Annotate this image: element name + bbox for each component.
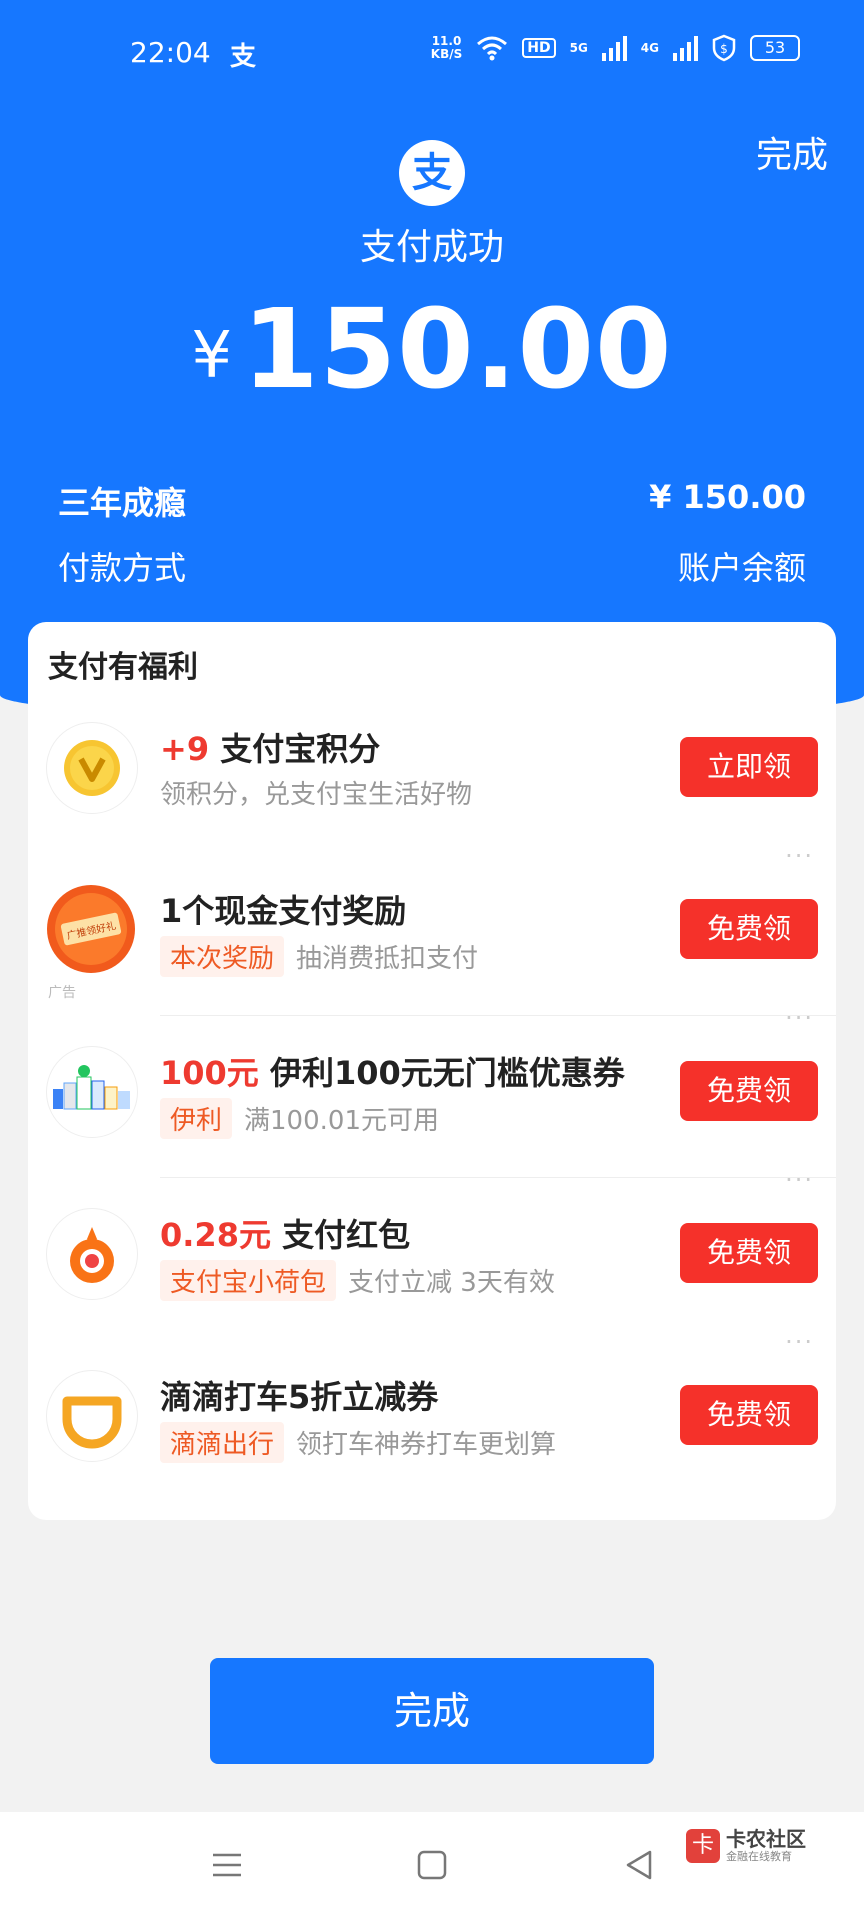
benefit-badge: 支付宝小荷包 — [160, 1260, 337, 1301]
benefit-item-red-packet[interactable]: ··· 0.28元 支付红包 支付宝小荷包 支付立减 3天有效 免费领 — [28, 1166, 836, 1340]
back-icon[interactable] — [622, 1848, 656, 1882]
more-options-icon[interactable]: ··· — [785, 1328, 814, 1356]
merchant-amount: ¥ 150.00 — [649, 478, 806, 516]
benefit-desc-row: 支付宝小荷包 支付立减 3天有效 — [160, 1260, 555, 1301]
more-options-icon[interactable]: ··· — [785, 842, 814, 870]
alipay-logo-icon: 支 — [399, 140, 465, 206]
benefit-badge: 滴滴出行 — [160, 1422, 285, 1463]
benefit-title: 1个现金支付奖励 — [160, 892, 407, 930]
more-options-icon[interactable]: ··· — [785, 1004, 814, 1032]
menu-icon[interactable] — [210, 1848, 244, 1882]
signal-icon-1 — [601, 35, 627, 61]
more-options-icon[interactable]: ··· — [785, 1166, 814, 1194]
benefit-desc-row: 本次奖励 抽消费抵扣支付 — [160, 936, 478, 977]
system-navigation-bar: 卡 卡农社区 金融在线教育 — [0, 1812, 864, 1920]
benefit-title: 100元 伊利100元无门槛优惠券 — [160, 1048, 625, 1094]
net-4g-label: 4G — [640, 41, 659, 55]
benefit-badge: 伊利 — [160, 1098, 233, 1139]
payment-method-value: 账户余额 — [677, 549, 806, 587]
benefit-desc-row: 伊利 满100.01元可用 — [160, 1098, 439, 1139]
benefits-card: 支付有福利 +9 支付宝积分 领积分，兑支付宝生活好物 立即领 ··· 广推领好… — [28, 622, 836, 1520]
benefit-highlight: +9 — [160, 730, 210, 768]
benefit-item-yili-coupon[interactable]: ··· 100元 伊利100元无门槛优惠券 伊利 满100.01元可用 免费领 — [28, 1004, 836, 1178]
status-bar: 22:04 支 11.0 KB/S HD 5G 4G $ 53 — [0, 30, 864, 80]
wifi-icon — [477, 36, 508, 61]
benefit-desc-row: 滴滴出行 领打车神券打车更划算 — [160, 1422, 556, 1463]
network-speed: 11.0 KB/S — [431, 35, 462, 61]
watermark: 卡 卡农社区 金融在线教育 — [686, 1828, 806, 1864]
claim-now-button[interactable]: 立即领 — [680, 737, 818, 797]
done-button[interactable]: 完成 — [210, 1658, 654, 1764]
currency-symbol: ¥ — [191, 319, 233, 393]
amount-value: 150.00 — [242, 285, 673, 413]
battery-icon: 53 — [750, 35, 800, 61]
benefit-title: +9 支付宝积分 — [160, 724, 380, 770]
svg-text:$: $ — [720, 42, 728, 56]
benefit-desc: 满100.01元可用 — [244, 1106, 439, 1136]
payment-status-title: 支付成功 — [359, 227, 504, 268]
watermark-title: 卡农社区 — [726, 1827, 806, 1851]
claim-free-button[interactable]: 免费领 — [680, 1223, 818, 1283]
network-speed-unit: KB/S — [430, 47, 463, 61]
benefit-title-text: 支付宝积分 — [220, 730, 381, 768]
benefit-title: 滴滴打车5折立减券 — [160, 1378, 439, 1416]
alipay-notification-icon: 支 — [230, 42, 257, 72]
cash-reward-icon: 广推领好礼 — [46, 884, 136, 974]
benefit-item-cash-reward[interactable]: ··· 广推领好礼 广告 1个现金支付奖励 本次奖励 抽消费抵扣支付 免费领 — [28, 842, 836, 1016]
claim-free-button[interactable]: 免费领 — [680, 1385, 818, 1445]
benefit-title-text: 伊利100元无门槛优惠券 — [269, 1054, 625, 1092]
claim-free-button[interactable]: 免费领 — [680, 1061, 818, 1121]
signal-icon-2 — [673, 35, 698, 61]
benefit-badge: 本次奖励 — [160, 936, 285, 977]
home-icon[interactable] — [415, 1848, 449, 1882]
benefit-desc: 抽消费抵扣支付 — [296, 944, 479, 974]
shield-icon: $ — [712, 34, 736, 62]
done-link-top[interactable]: 完成 — [756, 126, 828, 178]
payment-amount: ¥150.00 — [0, 285, 864, 413]
benefit-title: 0.28元 支付红包 — [160, 1210, 410, 1256]
benefit-highlight: 100元 — [160, 1054, 259, 1092]
benefit-item-points[interactable]: +9 支付宝积分 领积分，兑支付宝生活好物 立即领 — [28, 692, 836, 854]
net-5g-label: 5G — [569, 41, 588, 55]
yili-products-icon — [46, 1046, 138, 1138]
payment-method-row: 付款方式 账户余额 — [58, 543, 806, 589]
ad-label: 广告 — [48, 985, 76, 1001]
watermark-logo: 卡 — [686, 1829, 720, 1863]
benefit-item-didi-coupon[interactable]: ··· 滴滴打车5折立减券 滴滴出行 领打车神券打车更划算 免费领 — [28, 1328, 836, 1502]
merchant-row: 三年成瘾 ¥ 150.00 — [58, 478, 806, 524]
benefit-desc: 支付立减 3天有效 — [348, 1268, 555, 1298]
status-time: 22:04 — [130, 36, 211, 69]
merchant-name: 三年成瘾 — [58, 484, 187, 522]
benefit-desc: 领打车神券打车更划算 — [296, 1430, 557, 1460]
hd-voice-icon: HD — [522, 38, 556, 58]
red-packet-icon — [46, 1208, 138, 1300]
benefits-title: 支付有福利 — [48, 650, 198, 685]
payment-method-label: 付款方式 — [58, 549, 187, 587]
watermark-subtitle: 金融在线教育 — [726, 1850, 792, 1863]
benefit-highlight: 0.28元 — [160, 1216, 271, 1254]
benefit-title-text: 支付红包 — [282, 1216, 411, 1254]
points-badge-icon — [46, 722, 138, 814]
status-icons: 11.0 KB/S HD 5G 4G $ 53 — [431, 34, 800, 62]
benefit-desc: 领积分，兑支付宝生活好物 — [160, 780, 473, 810]
claim-free-button[interactable]: 免费领 — [680, 899, 818, 959]
didi-logo-icon — [46, 1370, 138, 1462]
